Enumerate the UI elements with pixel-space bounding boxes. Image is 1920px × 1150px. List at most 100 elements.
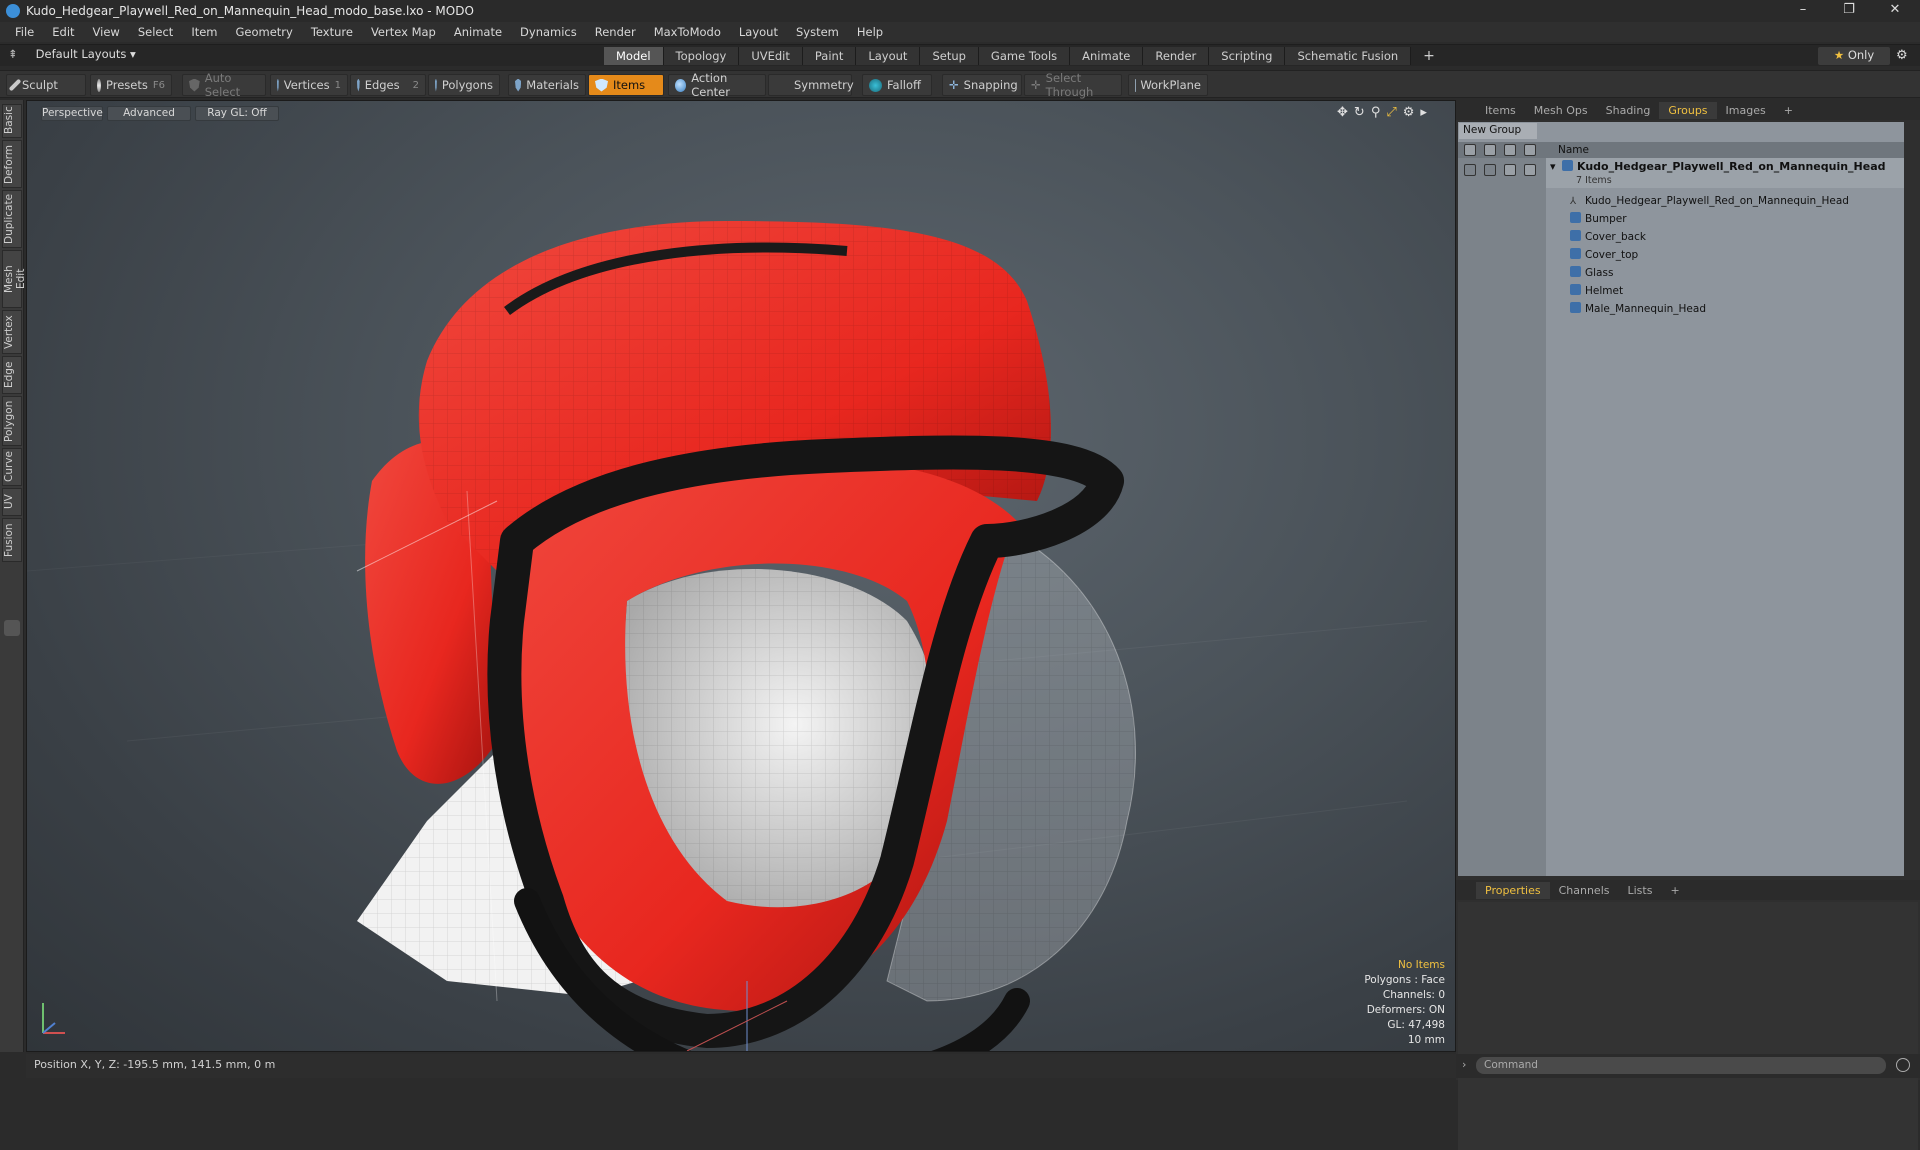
menu-dynamics[interactable]: Dynamics xyxy=(511,25,586,39)
tab-layout[interactable]: Layout xyxy=(856,47,920,65)
vtab-deform[interactable]: Deform xyxy=(2,140,22,188)
vtab-mesh-edit[interactable]: Mesh Edit xyxy=(2,250,22,308)
layout-collapse-icon[interactable]: ⇞ xyxy=(8,47,18,61)
command-expand-icon[interactable]: › xyxy=(1462,1058,1466,1071)
menu-file[interactable]: File xyxy=(6,25,43,39)
vtab-fusion[interactable]: Fusion xyxy=(2,518,22,562)
tab-scripting[interactable]: Scripting xyxy=(1209,47,1285,65)
menu-render[interactable]: Render xyxy=(586,25,645,39)
workplane-button[interactable]: WorkPlane xyxy=(1128,74,1208,96)
tab-game-tools[interactable]: Game Tools xyxy=(979,47,1070,65)
gear-icon[interactable]: ⚙ xyxy=(1896,48,1908,63)
vtab-uv[interactable]: UV xyxy=(2,488,22,516)
viewport-settings-icon[interactable]: ⚙ xyxy=(1403,105,1415,120)
menu-select[interactable]: Select xyxy=(129,25,182,39)
menu-animate[interactable]: Animate xyxy=(445,25,511,39)
layout-selector[interactable]: ⇞ Default Layouts ▾ xyxy=(8,47,136,61)
expand-group-icon[interactable]: ▾ xyxy=(1550,158,1556,176)
visibility-column-icon[interactable] xyxy=(1464,144,1476,156)
minimize-button[interactable]: – xyxy=(1780,0,1826,22)
materials-button[interactable]: Materials xyxy=(508,74,586,96)
lock-column-icon[interactable] xyxy=(1504,144,1516,156)
menu-view[interactable]: View xyxy=(84,25,129,39)
add-panel-tab-button[interactable]: + xyxy=(1775,102,1802,119)
group-select-toggle[interactable] xyxy=(1524,164,1536,176)
vtab-polygon[interactable]: Polygon xyxy=(2,396,22,446)
group-render-toggle[interactable] xyxy=(1484,164,1496,176)
view-perspective-button[interactable]: Perspective xyxy=(41,106,103,121)
menu-texture[interactable]: Texture xyxy=(302,25,362,39)
falloff-button[interactable]: Falloff xyxy=(862,74,932,96)
menu-vertex-map[interactable]: Vertex Map xyxy=(362,25,445,39)
rotate-icon[interactable]: ↻ xyxy=(1354,105,1365,120)
tab-channels[interactable]: Channels xyxy=(1550,882,1619,899)
items-button[interactable]: Items xyxy=(588,74,664,96)
vtab-curve[interactable]: Curve xyxy=(2,448,22,486)
list-item[interactable]: Cover_back xyxy=(1546,228,1904,246)
viewport-expand-icon[interactable]: ▸ xyxy=(1420,105,1427,120)
command-history-icon[interactable] xyxy=(1896,1058,1910,1072)
tab-groups[interactable]: Groups xyxy=(1659,102,1716,119)
tab-setup[interactable]: Setup xyxy=(920,47,978,65)
vtab-edge[interactable]: Edge xyxy=(2,356,22,394)
vtab-vertex[interactable]: Vertex xyxy=(2,310,22,354)
view-shading-button[interactable]: Advanced xyxy=(107,106,191,121)
select-through-button[interactable]: ✛ Select Through xyxy=(1024,74,1122,96)
vtab-basic[interactable]: Basic xyxy=(2,104,22,138)
tab-shading[interactable]: Shading xyxy=(1597,102,1660,119)
polygons-button[interactable]: Polygons xyxy=(428,74,500,96)
edges-button[interactable]: Edges 2 xyxy=(350,74,426,96)
menu-layout[interactable]: Layout xyxy=(730,25,787,39)
tab-lists[interactable]: Lists xyxy=(1619,882,1662,899)
pan-icon[interactable]: ✥ xyxy=(1337,105,1348,120)
new-group-button[interactable]: New Group xyxy=(1459,123,1537,139)
restore-button[interactable]: ❐ xyxy=(1826,0,1872,22)
zoom-icon[interactable]: ⚲ xyxy=(1371,105,1381,120)
action-center-button[interactable]: Action Center xyxy=(668,74,766,96)
list-item[interactable]: Bumper xyxy=(1546,210,1904,228)
sculpt-button[interactable]: Sculpt xyxy=(6,74,86,96)
tab-images[interactable]: Images xyxy=(1717,102,1775,119)
menu-edit[interactable]: Edit xyxy=(43,25,83,39)
3d-viewport[interactable]: Perspective Advanced Ray GL: Off ✥ ↻ ⚲ ⤢… xyxy=(26,100,1456,1052)
menu-help[interactable]: Help xyxy=(848,25,892,39)
auto-select-button[interactable]: Auto Select xyxy=(182,74,266,96)
tab-uvedit[interactable]: UVEdit xyxy=(739,47,803,65)
list-item[interactable]: Cover_top xyxy=(1546,246,1904,264)
menu-item[interactable]: Item xyxy=(182,25,226,39)
close-button[interactable]: ✕ xyxy=(1872,0,1918,22)
group-visibility-toggle[interactable] xyxy=(1464,164,1476,176)
symmetry-button[interactable]: Symmetry xyxy=(768,74,852,96)
menu-system[interactable]: System xyxy=(787,25,848,39)
list-item[interactable]: Male_Mannequin_Head xyxy=(1546,300,1904,318)
add-properties-tab-button[interactable]: + xyxy=(1661,882,1688,899)
group-row[interactable]: ▾ Kudo_Hedgear_Playwell_Red_on_Mannequin… xyxy=(1546,158,1904,188)
tab-mesh-ops[interactable]: Mesh Ops xyxy=(1525,102,1597,119)
fit-icon[interactable]: ⤢ xyxy=(1386,105,1396,120)
snapping-button[interactable]: ✛ Snapping xyxy=(942,74,1022,96)
only-button[interactable]: ★ Only xyxy=(1818,47,1890,65)
group-lock-toggle[interactable] xyxy=(1504,164,1516,176)
tab-properties[interactable]: Properties xyxy=(1476,882,1550,899)
list-item[interactable]: Glass xyxy=(1546,264,1904,282)
vtab-duplicate[interactable]: Duplicate xyxy=(2,190,22,248)
presets-button[interactable]: Presets F6 xyxy=(90,74,172,96)
select-column-icon[interactable] xyxy=(1524,144,1536,156)
tab-animate[interactable]: Animate xyxy=(1070,47,1143,65)
tab-model[interactable]: Model xyxy=(604,47,664,65)
menu-geometry[interactable]: Geometry xyxy=(227,25,302,39)
list-item[interactable]: Helmet xyxy=(1546,282,1904,300)
vertices-button[interactable]: Vertices 1 xyxy=(270,74,348,96)
command-input[interactable]: Command xyxy=(1476,1057,1886,1074)
raygl-button[interactable]: Ray GL: Off xyxy=(195,106,279,121)
render-column-icon[interactable] xyxy=(1484,144,1496,156)
tab-items[interactable]: Items xyxy=(1476,102,1525,119)
tab-schematic-fusion[interactable]: Schematic Fusion xyxy=(1285,47,1411,65)
groups-list[interactable]: New Group Name ▾ Kudo_Hedgear_Playwell_R… xyxy=(1458,122,1904,876)
strip-toggle-icon[interactable] xyxy=(4,620,20,636)
tab-topology[interactable]: Topology xyxy=(664,47,740,65)
tab-render[interactable]: Render xyxy=(1143,47,1209,65)
tab-paint[interactable]: Paint xyxy=(803,47,856,65)
menu-maxtomodo[interactable]: MaxToModo xyxy=(645,25,730,39)
add-tab-button[interactable]: + xyxy=(1411,47,1447,65)
